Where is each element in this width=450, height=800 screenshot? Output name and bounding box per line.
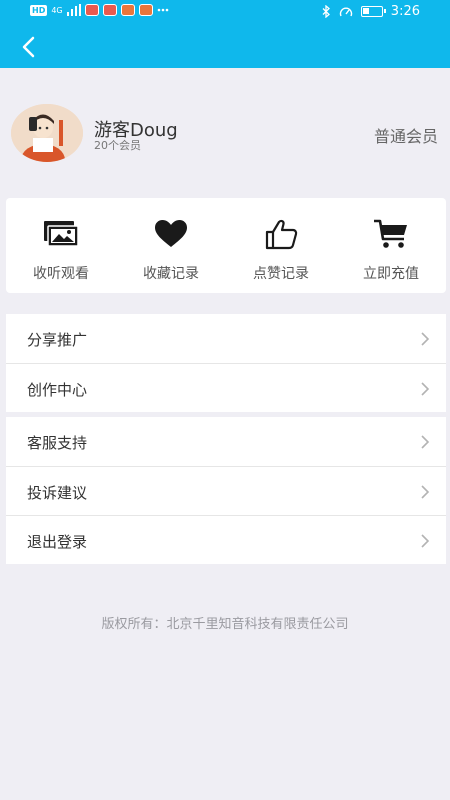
more-dots-icon	[157, 8, 168, 12]
status-bar: HD 4G 3:26	[0, 0, 450, 24]
heart-icon	[155, 220, 187, 247]
quick-action-label: 点赞记录	[253, 266, 309, 282]
menu-item-feedback[interactable]: 投诉建议	[6, 466, 446, 515]
quick-action-recharge[interactable]: 立即充值	[336, 198, 446, 293]
member-count: 20个会员	[94, 139, 141, 152]
avatar-illustration	[11, 104, 83, 162]
menu-group-2: 客服支持 投诉建议 退出登录	[6, 417, 446, 564]
membership-level: 普通会员	[373, 127, 438, 146]
battery-icon	[360, 6, 386, 17]
photo-stack-icon	[44, 221, 79, 247]
quick-action-likes[interactable]: 点赞记录	[226, 198, 336, 293]
status-time: 3:26	[390, 4, 420, 19]
status-left: HD 4G	[30, 4, 169, 16]
chevron-right-icon	[421, 435, 430, 449]
menu-item-creation-center[interactable]: 创作中心	[6, 363, 446, 412]
quick-action-label: 收藏记录	[143, 266, 199, 282]
cart-icon	[374, 219, 407, 248]
notification-app-icon	[84, 4, 99, 16]
notification-app-icon	[138, 4, 153, 16]
menu-item-label: 退出登录	[27, 533, 88, 551]
menu-item-label: 投诉建议	[27, 484, 88, 502]
menu-group-1: 分享推广 创作中心	[6, 314, 446, 412]
chevron-right-icon	[421, 485, 430, 499]
menu-item-label: 客服支持	[27, 434, 88, 452]
speed-icon	[339, 7, 352, 16]
quick-action-favorites[interactable]: 收藏记录	[116, 198, 226, 293]
chevron-right-icon	[421, 534, 430, 548]
quick-action-label: 收听观看	[33, 266, 89, 282]
back-arrow-icon	[22, 36, 35, 58]
status-right: 3:26	[322, 4, 420, 19]
notification-app-icon	[120, 4, 135, 16]
signal-label: 4G	[51, 5, 63, 15]
quick-action-listen-watch[interactable]: 收听观看	[6, 198, 116, 293]
menu-item-logout[interactable]: 退出登录	[6, 515, 446, 564]
avatar[interactable]	[11, 104, 83, 162]
menu-item-label: 创作中心	[27, 381, 88, 399]
bluetooth-icon	[322, 5, 330, 18]
back-button[interactable]	[14, 32, 44, 62]
menu-item-label: 分享推广	[27, 331, 88, 349]
menu-item-customer-support[interactable]: 客服支持	[6, 417, 446, 466]
thumbs-up-icon	[265, 219, 298, 250]
chevron-right-icon	[421, 332, 430, 346]
signal-icon	[66, 4, 81, 16]
notification-app-icon	[102, 4, 117, 16]
network-badge: HD	[30, 4, 48, 16]
chevron-right-icon	[421, 382, 430, 396]
menu-item-share-promote[interactable]: 分享推广	[6, 314, 446, 363]
nav-bar	[0, 24, 450, 68]
profile-section[interactable]: 游客Doug 20个会员 普通会员	[0, 100, 450, 166]
copyright-text: 版权所有：北京千里知音科技有限责任公司	[101, 617, 349, 632]
quick-action-label: 立即充值	[363, 266, 419, 282]
quick-actions-card: 收听观看 收藏记录 点赞记录 立即充值	[6, 198, 446, 293]
